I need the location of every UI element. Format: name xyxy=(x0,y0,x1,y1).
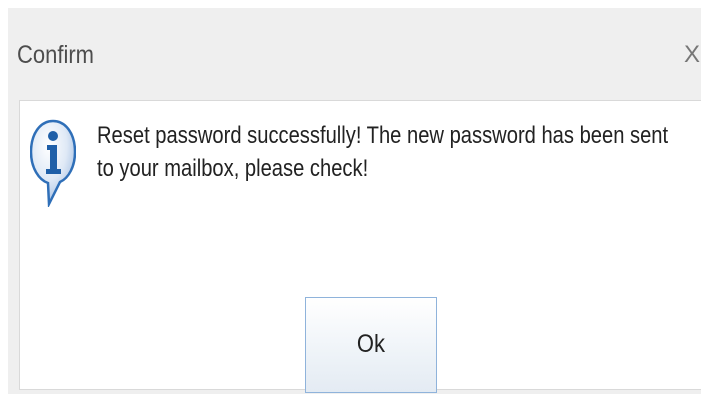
dialog-title: Confirm xyxy=(17,41,95,69)
message-line: Reset password successfully! The new pas… xyxy=(97,122,669,149)
dialog-content: Reset password successfully! The new pas… xyxy=(19,100,701,393)
dialog-message: Reset password successfully! The new pas… xyxy=(97,119,669,185)
confirm-dialog: Confirm X Reset password successfully! T… xyxy=(8,8,701,394)
ok-button[interactable]: Ok xyxy=(305,297,437,393)
message-line: to your mailbox, please check! xyxy=(97,155,369,182)
close-icon[interactable]: X xyxy=(681,40,701,70)
dialog-titlebar: Confirm X xyxy=(8,8,701,100)
ok-button-label: Ok xyxy=(356,330,386,358)
info-icon xyxy=(29,119,77,209)
